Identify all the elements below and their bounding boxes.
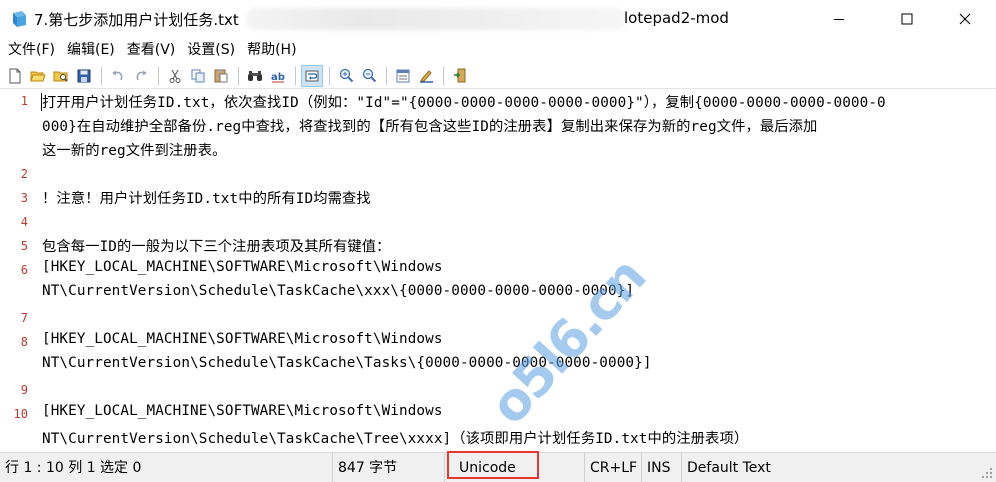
line-number: 10 (13, 407, 28, 421)
window-title-suffix: lotepad2-mod (624, 9, 729, 27)
toolbar-separator (295, 66, 296, 85)
toolbar-separator (158, 66, 159, 85)
new-file-button[interactable] (4, 65, 26, 87)
toolbar-separator (329, 66, 330, 85)
status-scheme[interactable]: Default Text (682, 453, 978, 482)
line-number: 6 (20, 263, 28, 277)
scissors-icon (169, 69, 181, 83)
open-file-button[interactable] (27, 65, 49, 87)
status-file-size: 847 字节 (333, 453, 445, 482)
notepad-app-icon[interactable] (10, 10, 28, 28)
menu-view[interactable]: 查看(V) (121, 38, 182, 62)
redo-button[interactable] (130, 65, 152, 87)
menu-bar: 文件(F) 编辑(E) 查看(V) 设置(S) 帮助(H) (0, 38, 996, 62)
replace-icon: ab (271, 72, 285, 83)
status-insert-mode[interactable]: INS (642, 453, 682, 482)
line-number: 2 (20, 167, 28, 181)
window-title: 7.第七步添加用户计划任务.txt (34, 11, 239, 29)
line-number: 8 (20, 335, 28, 349)
scheme-button[interactable] (392, 65, 414, 87)
open-folder-icon (30, 71, 46, 81)
text-line: 这一新的reg文件到注册表。 (42, 143, 227, 159)
new-file-icon (9, 68, 21, 83)
word-wrap-button[interactable] (301, 64, 323, 87)
title-bar: 7.第七步添加用户计划任务.txt lotepad2-mod (0, 0, 996, 38)
save-button[interactable] (73, 65, 95, 87)
floppy-disk-icon (77, 69, 91, 82)
text-line: ！注意！用户计划任务ID.txt中的所有ID均需查找 (42, 191, 371, 207)
minimize-icon (834, 19, 844, 20)
customize-scheme-button[interactable] (415, 65, 437, 87)
replace-button[interactable]: ab (267, 65, 289, 87)
menu-file[interactable]: 文件(F) (2, 38, 61, 62)
text-line: [HKEY_LOCAL_MACHINE\SOFTWARE\Microsoft\W… (42, 331, 443, 347)
text-line: [HKEY_LOCAL_MACHINE\SOFTWARE\Microsoft\W… (42, 259, 443, 275)
status-line-ending[interactable]: CR+LF (585, 453, 642, 482)
resize-grip-icon[interactable] (980, 466, 994, 480)
copy-icon (191, 69, 205, 82)
status-cursor-position: 行 1 : 10 列 1 选定 0 (0, 453, 333, 482)
zoom-out-icon (362, 68, 376, 83)
pencil-icon (419, 69, 433, 83)
maximize-button[interactable] (884, 0, 930, 38)
browse-folder-icon (53, 71, 68, 82)
text-line: 包含每一ID的一般为以下三个注册表项及其所有键值： (42, 239, 391, 255)
line-number: 7 (20, 311, 28, 325)
zoom-in-button[interactable] (335, 65, 357, 87)
copy-button[interactable] (187, 65, 209, 87)
menu-help[interactable]: 帮助(H) (241, 38, 302, 62)
line-number: 5 (20, 239, 28, 253)
undo-icon (112, 70, 123, 80)
toolbar: ab (0, 63, 996, 89)
undo-button[interactable] (107, 65, 129, 87)
editor-area[interactable]: 1 2 3 4 5 6 7 8 9 10 打开用户计划任务ID.txt，依次查找… (0, 89, 996, 452)
watermark-text: o5l6.cn (478, 247, 658, 437)
toolbar-separator (386, 66, 387, 85)
menu-settings[interactable]: 设置(S) (181, 38, 241, 62)
svg-text:ab: ab (271, 72, 285, 83)
line-number-gutter: 1 2 3 4 5 6 7 8 9 10 (0, 89, 36, 452)
text-line: [HKEY_LOCAL_MACHINE\SOFTWARE\Microsoft\W… (42, 403, 443, 419)
minimize-button[interactable] (816, 0, 862, 38)
clipboard-icon (214, 69, 228, 83)
exit-door-icon (453, 68, 465, 83)
line-number: 9 (20, 383, 28, 397)
exit-button[interactable] (449, 65, 471, 87)
find-button[interactable] (244, 65, 266, 87)
redo-icon (136, 70, 147, 80)
zoom-in-icon (339, 68, 353, 83)
text-line: 000}在自动维护全部备份.reg中查找，将查找到的【所有包含这些ID的注册表】… (42, 119, 818, 135)
blurred-title-region (246, 8, 626, 30)
cut-button[interactable] (164, 65, 186, 87)
text-line: NT\CurrentVersion\Schedule\TaskCache\Tre… (42, 431, 749, 447)
text-line: 打开用户计划任务ID.txt，依次查找ID（例如："Id"="{0000-000… (42, 95, 886, 111)
paste-button[interactable] (210, 65, 232, 87)
toolbar-separator (443, 66, 444, 85)
toolbar-separator (238, 66, 239, 85)
scheme-list-icon (396, 69, 410, 82)
line-number: 4 (20, 215, 28, 229)
toolbar-separator (101, 66, 102, 85)
line-number: 1 (20, 94, 28, 108)
close-icon (959, 13, 971, 25)
line-number: 3 (20, 191, 28, 205)
menu-edit[interactable]: 编辑(E) (61, 38, 121, 62)
browse-button[interactable] (50, 65, 72, 87)
word-wrap-icon (305, 70, 319, 81)
close-button[interactable] (942, 0, 988, 38)
encoding-highlight-box (447, 451, 539, 479)
maximize-icon (901, 13, 913, 25)
binoculars-icon (248, 70, 262, 81)
zoom-out-button[interactable] (358, 65, 380, 87)
